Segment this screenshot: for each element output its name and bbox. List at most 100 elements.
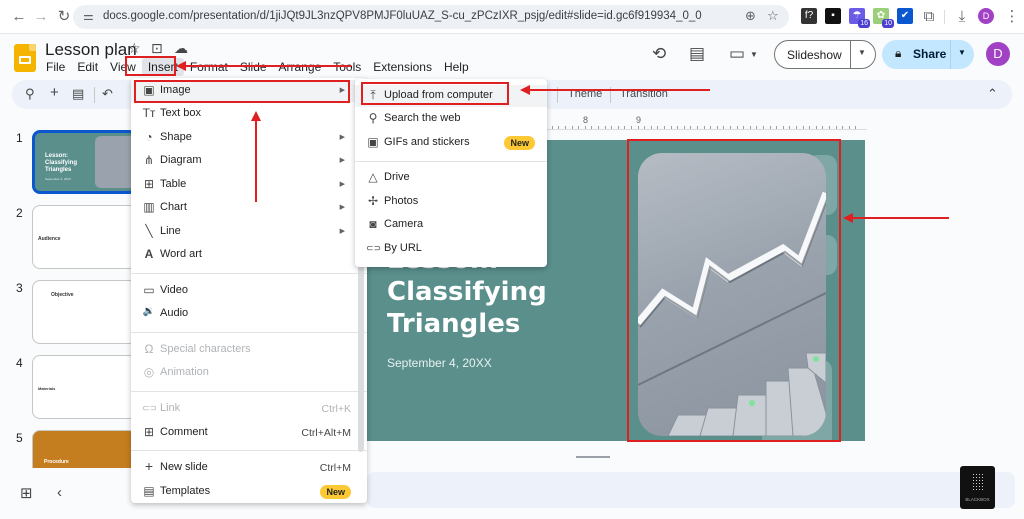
menu-item-video[interactable]: ▭ Video xyxy=(131,280,367,302)
menu-item-camera[interactable]: ◙ Camera xyxy=(355,214,547,236)
menu-format[interactable]: Format xyxy=(184,58,234,76)
menu-item-comment[interactable]: ⊞ Comment Ctrl+Alt+M xyxy=(131,422,367,444)
star-icon[interactable]: ☆ xyxy=(128,40,141,57)
menu-item-photos[interactable]: ✢ Photos xyxy=(355,191,547,213)
menu-item-audio[interactable]: 🔉 Audio xyxy=(131,303,367,325)
menu-item-label: Animation xyxy=(160,366,209,378)
menu-slide[interactable]: Slide xyxy=(234,58,273,76)
slide-date[interactable]: September 4, 20XX xyxy=(387,356,492,370)
menu-tools[interactable]: Tools xyxy=(327,58,367,76)
fx-extension-icon[interactable]: f? xyxy=(801,8,817,24)
menu-item-word-art[interactable]: A Word art xyxy=(131,244,367,266)
grid-view-icon[interactable]: ⊞ xyxy=(20,484,33,502)
menu-item-new-slide[interactable]: + New slide Ctrl+M xyxy=(131,457,367,479)
zoom-icon[interactable]: ⊕ xyxy=(745,8,756,24)
browser-menu-icon[interactable]: ⋮ xyxy=(1003,8,1021,26)
layout-icon[interactable]: ▤ xyxy=(72,86,84,102)
speaker-notes-panel[interactable] xyxy=(367,472,1015,508)
undo-icon[interactable]: ↶ xyxy=(102,86,113,102)
search-menus-icon[interactable]: ⚲ xyxy=(25,86,35,102)
ruler-mark: 9 xyxy=(636,115,642,125)
green-extension-icon[interactable]: ✿ 10 xyxy=(873,8,894,28)
submenu-arrow-icon: ▶ xyxy=(339,157,345,164)
slide-thumbnail-5[interactable]: Procedure xyxy=(32,430,137,468)
reload-icon[interactable]: ↻ xyxy=(55,8,73,26)
chart-icon: ▥ xyxy=(143,200,155,214)
menu-extensions[interactable]: Extensions xyxy=(367,58,438,76)
extensions-puzzle-icon[interactable]: ⧉ xyxy=(920,8,938,26)
address-bar[interactable]: ⚌ docs.google.com/presentation/d/1jiJQt9… xyxy=(73,5,789,29)
comments-icon[interactable]: ▤ xyxy=(689,44,705,64)
dark-extension-icon[interactable]: ▪ xyxy=(825,8,841,24)
menu-item-label: Table xyxy=(160,178,187,190)
check-extension-icon[interactable]: ✔ xyxy=(897,8,913,24)
ruler-tick xyxy=(789,126,791,129)
menu-divider xyxy=(355,161,547,162)
thumb-image xyxy=(95,136,134,188)
thumb-title: Materials xyxy=(38,386,56,391)
download-icon[interactable]: ⤓ xyxy=(953,8,971,26)
ruler-tick xyxy=(551,126,553,129)
menu-help[interactable]: Help xyxy=(438,58,475,76)
insert-menu: ▣ Image ▶ Tт Text box ◔ Shape ▶ ⋔ Diagram ▶ ⊞ Ta… xyxy=(131,78,367,503)
menu-item-table[interactable]: ⊞ Table ▶ xyxy=(131,174,367,196)
back-icon[interactable]: ← xyxy=(10,8,28,26)
ruler-tick xyxy=(736,126,738,129)
meet-dropdown-icon[interactable]: ▼ xyxy=(750,50,758,59)
tracker-extension-icon[interactable]: ☂ 16 xyxy=(849,8,870,28)
slide-thumbnail-3[interactable]: Objective xyxy=(32,280,137,344)
share-dropdown-icon[interactable]: ▼ xyxy=(958,48,966,57)
menu-item-label: Line xyxy=(160,225,181,237)
document-title[interactable]: Lesson plan xyxy=(45,40,137,60)
menu-item-line[interactable]: ╲ Line ▶ xyxy=(131,221,367,243)
slides-logo-icon[interactable] xyxy=(14,44,36,72)
slide-title-line3[interactable]: Triangles xyxy=(387,309,520,339)
slide-thumbnail-1[interactable]: Lesson: Classifying Triangles September … xyxy=(32,130,137,194)
menu-file[interactable]: File xyxy=(40,58,71,76)
drive-icon: △ xyxy=(368,170,378,184)
notes-resize-handle[interactable] xyxy=(576,456,610,458)
collapse-filmstrip-icon[interactable]: ‹ xyxy=(57,484,62,501)
menu-item-by-url[interactable]: ⊂⊃ By URL xyxy=(355,238,547,260)
ruler-tick xyxy=(677,126,679,129)
ruler-tick xyxy=(730,126,731,129)
new-slide-icon[interactable]: + xyxy=(50,84,59,101)
menu-bar: File Edit View Insert Format Slide Arran… xyxy=(40,58,475,76)
annotation-arrowhead-icon xyxy=(251,111,261,121)
menu-item-gifs-and-stickers[interactable]: ▣ GIFs and stickers New xyxy=(355,132,547,154)
bookmark-star-icon[interactable]: ☆ xyxy=(767,8,779,24)
menu-item-shape[interactable]: ◔ Shape ▶ xyxy=(131,127,367,149)
menu-item-text-box[interactable]: Tт Text box xyxy=(131,103,367,125)
slideshow-button[interactable]: Slideshow ▼ xyxy=(774,40,876,69)
ruler-tick xyxy=(822,126,824,129)
slideshow-dropdown-icon[interactable]: ▼ xyxy=(858,48,866,57)
site-settings-icon[interactable]: ⚌ xyxy=(83,9,94,23)
menu-item-chart[interactable]: ▥ Chart ▶ xyxy=(131,197,367,219)
menu-edit[interactable]: Edit xyxy=(71,58,104,76)
ruler-tick xyxy=(842,126,844,129)
account-avatar[interactable]: D xyxy=(986,42,1010,66)
menu-arrange[interactable]: Arrange xyxy=(273,58,328,76)
link-icon: ⊂⊃ xyxy=(142,403,158,413)
move-folder-icon[interactable]: ⊡ xyxy=(151,40,163,57)
menu-item-animation: ◎ Animation xyxy=(131,362,367,384)
slide-thumbnail-2[interactable]: Audience xyxy=(32,205,137,269)
url-text[interactable]: docs.google.com/presentation/d/1jiJQt9JL… xyxy=(103,10,702,22)
shortcut-text: Ctrl+M xyxy=(319,462,351,474)
collapse-toolbar-icon[interactable]: ⌃ xyxy=(987,86,998,102)
version-history-icon[interactable]: ⟲ xyxy=(652,44,666,64)
forward-icon[interactable]: → xyxy=(32,8,50,26)
slide-thumbnail-4[interactable]: Materials xyxy=(32,355,137,419)
menu-item-label: Templates xyxy=(160,485,211,497)
menu-item-search-the-web[interactable]: ⚲ Search the web xyxy=(355,108,547,130)
share-button[interactable]: 🔒︎ Share ▼ xyxy=(882,40,974,69)
menu-item-diagram[interactable]: ⋔ Diagram ▶ xyxy=(131,150,367,172)
browser-profile-avatar[interactable]: D xyxy=(978,8,994,24)
menu-item-templates[interactable]: ▤ Templates New xyxy=(131,481,367,503)
slide-title-line2[interactable]: Classifying xyxy=(387,277,547,307)
cloud-saved-icon[interactable]: ☁ xyxy=(174,40,188,57)
menu-item-label: Comment xyxy=(160,426,208,438)
meet-video-icon[interactable]: ▭ xyxy=(729,44,745,64)
slide-number: 5 xyxy=(16,431,23,445)
menu-item-drive[interactable]: △ Drive xyxy=(355,167,547,189)
